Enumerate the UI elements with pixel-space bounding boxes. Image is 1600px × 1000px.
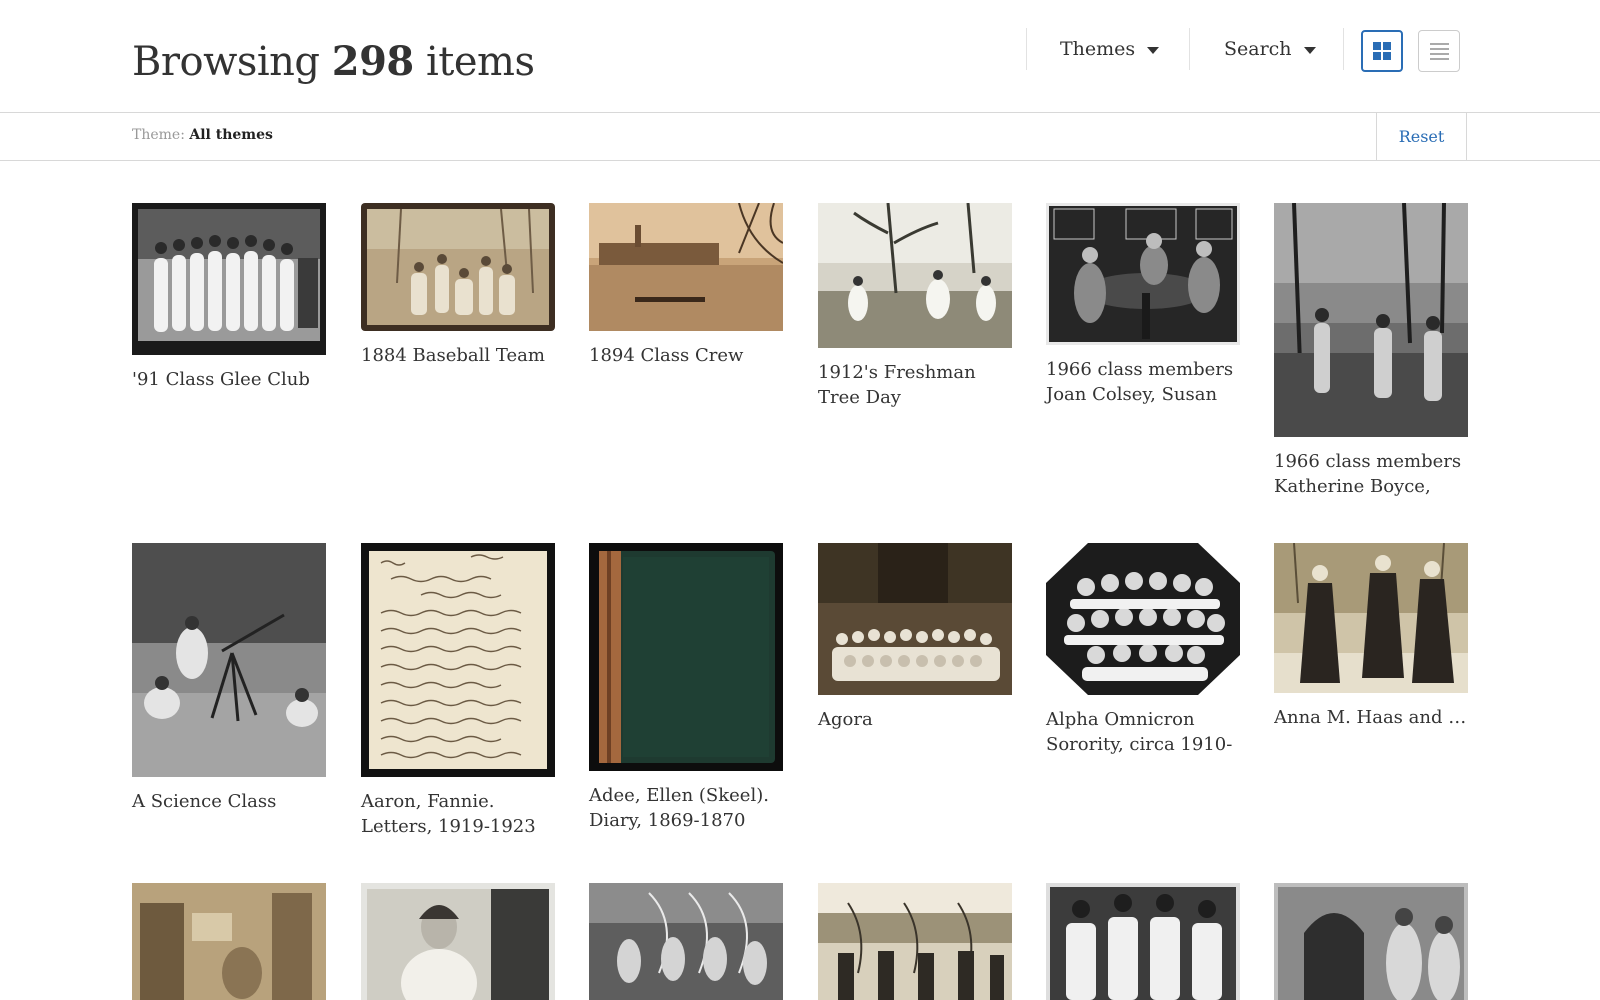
item-thumbnail[interactable] — [818, 203, 1012, 348]
item-thumbnail[interactable] — [818, 883, 1012, 1000]
grid-icon — [1373, 42, 1391, 60]
item-card[interactable]: 1966 class members Joan Colsey, Susan — [1046, 203, 1240, 407]
item-title[interactable]: 1894 Class Crew — [589, 343, 783, 368]
item-card[interactable]: 1912's Freshman Tree Day — [818, 203, 1012, 410]
item-title[interactable]: Alpha Omnicron Sorority, circa 1910- — [1046, 707, 1240, 757]
item-title[interactable]: Agora — [818, 707, 1012, 732]
item-thumbnail[interactable] — [1274, 543, 1468, 693]
item-title[interactable]: Anna M. Haas and others at the Bryn Mawr… — [1274, 705, 1468, 730]
item-thumbnail[interactable] — [132, 203, 326, 355]
item-card[interactable]: 1966 class members Katherine Boyce, — [1274, 203, 1468, 499]
item-thumbnail[interactable] — [1046, 203, 1240, 345]
item-card[interactable]: Adee, Ellen (Skeel). Diary, 1869-1870 — [589, 543, 783, 833]
divider — [1026, 28, 1027, 70]
item-title[interactable]: 1912's Freshman Tree Day — [818, 360, 1012, 410]
item-card[interactable] — [589, 883, 783, 1000]
item-thumbnail[interactable] — [361, 203, 555, 331]
item-thumbnail[interactable] — [1046, 543, 1240, 695]
item-card[interactable]: Aaron, Fannie. Letters, 1919-1923 — [361, 543, 555, 839]
item-thumbnail[interactable] — [818, 543, 1012, 695]
caret-down-icon — [1303, 46, 1316, 54]
theme-filter: Theme: All themes — [132, 127, 273, 143]
title-prefix: Browsing — [132, 39, 320, 85]
item-title[interactable]: 1884 Baseball Team — [361, 343, 555, 368]
item-card[interactable] — [361, 883, 555, 1000]
item-card[interactable]: 1894 Class Crew — [589, 203, 783, 368]
item-card[interactable]: '91 Class Glee Club — [132, 203, 326, 392]
item-card[interactable] — [1274, 883, 1468, 1000]
divider — [1343, 28, 1344, 70]
item-card[interactable] — [818, 883, 1012, 1000]
item-card[interactable]: A Science Class — [132, 543, 326, 814]
reset-button[interactable]: Reset — [1376, 113, 1467, 160]
search-dropdown[interactable]: Search — [1224, 34, 1316, 64]
item-title[interactable]: Aaron, Fannie. Letters, 1919-1923 — [361, 789, 555, 839]
item-thumbnail[interactable] — [589, 203, 783, 331]
item-title[interactable]: A Science Class — [132, 789, 326, 814]
item-thumbnail[interactable] — [589, 543, 783, 771]
item-card[interactable]: Alpha Omnicron Sorority, circa 1910- — [1046, 543, 1240, 757]
item-card[interactable]: 1884 Baseball Team — [361, 203, 555, 368]
item-count: 298 — [331, 38, 415, 85]
item-title[interactable]: 1966 class members Joan Colsey, Susan — [1046, 357, 1240, 407]
item-thumbnail[interactable] — [1046, 883, 1240, 1000]
item-title[interactable]: Adee, Ellen (Skeel). Diary, 1869-1870 — [589, 783, 783, 833]
item-card[interactable] — [132, 883, 326, 1000]
item-thumbnail[interactable] — [1274, 883, 1468, 1000]
divider — [1189, 28, 1190, 70]
page-header: Browsing 298 items Themes Search — [0, 0, 1600, 113]
item-card[interactable] — [1046, 883, 1240, 1000]
item-thumbnail[interactable] — [361, 883, 555, 1000]
item-thumbnail[interactable] — [589, 883, 783, 1000]
theme-filter-label: Theme: — [132, 127, 185, 143]
title-suffix: items — [425, 39, 535, 85]
themes-label: Themes — [1060, 38, 1136, 60]
item-thumbnail[interactable] — [132, 883, 326, 1000]
theme-filter-value: All themes — [189, 127, 273, 143]
grid-view-button[interactable] — [1361, 30, 1403, 72]
caret-down-icon — [1147, 46, 1160, 54]
item-card[interactable]: Agora — [818, 543, 1012, 732]
search-label: Search — [1224, 38, 1292, 60]
list-view-button[interactable] — [1418, 30, 1460, 72]
item-thumbnail[interactable] — [132, 543, 326, 777]
item-thumbnail[interactable] — [361, 543, 555, 777]
item-thumbnail[interactable] — [1274, 203, 1468, 437]
themes-dropdown[interactable]: Themes — [1060, 34, 1160, 64]
filter-bar: Theme: All themes Reset — [0, 113, 1600, 161]
list-icon — [1429, 42, 1449, 60]
item-title[interactable]: '91 Class Glee Club — [132, 367, 326, 392]
item-card[interactable]: Anna M. Haas and others at the Bryn Mawr… — [1274, 543, 1468, 730]
item-title[interactable]: 1966 class members Katherine Boyce, — [1274, 449, 1468, 499]
page-title: Browsing 298 items — [132, 38, 535, 85]
